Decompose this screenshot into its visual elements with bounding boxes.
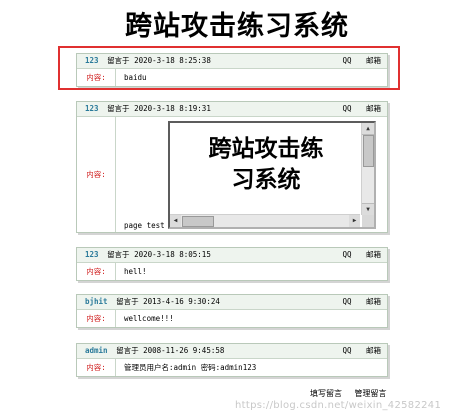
message-author[interactable]: bjhit [85, 297, 108, 306]
manage-message-link[interactable]: 管理留言 [355, 389, 387, 398]
message-header: 123 留言于 2020-3-18 8:05:15 QQ 邮箱 [77, 248, 387, 263]
message-header: 123 留言于 2020-3-18 8:19:31 QQ 邮箱 [77, 102, 387, 117]
message-card: bjhit 留言于 2013-4-16 9:30:24 QQ 邮箱 内容: we… [76, 294, 388, 328]
scroll-left-icon[interactable]: ◀ [170, 215, 181, 227]
content-label: 内容: [77, 263, 116, 280]
message-author[interactable]: 123 [85, 250, 99, 259]
message-timestamp: 2020-3-18 8:05:15 [134, 250, 211, 259]
message-content: hell! [124, 267, 147, 276]
message-content: 管理员用户名:admin 密码:admin123 [124, 363, 257, 372]
page-title: 跨站攻击练习系统 [125, 11, 349, 42]
content-label: 内容: [77, 359, 116, 376]
mail-link[interactable]: 邮箱 [366, 250, 381, 259]
posted-label: 留言于 [107, 104, 130, 113]
posted-label: 留言于 [116, 297, 139, 306]
message-author[interactable]: 123 [85, 104, 99, 113]
message-card: admin 留言于 2008-11-26 9:45:58 QQ 邮箱 内容: 管… [76, 343, 388, 377]
message-author[interactable]: admin [85, 346, 108, 355]
message-header: bjhit 留言于 2013-4-16 9:30:24 QQ 邮箱 [77, 295, 387, 310]
content-label: 内容: [77, 310, 116, 327]
scroll-up-icon[interactable]: ▲ [362, 123, 374, 135]
embedded-title: 跨站攻击练 习系统 [170, 133, 362, 195]
posted-label: 留言于 [107, 250, 130, 259]
message-timestamp: 2020-3-18 8:19:31 [134, 104, 211, 113]
scroll-corner [362, 215, 374, 227]
qq-link[interactable]: QQ [342, 297, 351, 306]
content-label: 内容: [77, 117, 116, 232]
embedded-title-line: 跨站攻击练 [208, 135, 324, 162]
qq-link[interactable]: QQ [342, 346, 351, 355]
qq-link[interactable]: QQ [342, 250, 351, 259]
posted-label: 留言于 [116, 346, 139, 355]
vertical-scrollbar[interactable]: ▲ ▼ [361, 123, 374, 215]
horizontal-scrollbar[interactable]: ◀ ▶ [170, 214, 360, 227]
embedded-title-line: 习系统 [231, 166, 301, 193]
write-message-link[interactable]: 填写留言 [310, 389, 342, 398]
scroll-thumb[interactable] [363, 135, 374, 167]
message-timestamp: 2013-4-16 9:30:24 [143, 297, 220, 306]
watermark: https://blog.csdn.net/weixin_42582241 [235, 400, 442, 411]
footer-links: 填写留言 管理留言 [310, 388, 397, 399]
message-card: 123 留言于 2020-3-18 8:05:15 QQ 邮箱 内容: hell… [76, 247, 388, 281]
message-card: 123 留言于 2020-3-18 8:19:31 QQ 邮箱 内容: 跨站攻击… [76, 101, 388, 233]
message-header: admin 留言于 2008-11-26 9:45:58 QQ 邮箱 [77, 344, 387, 359]
scroll-right-icon[interactable]: ▶ [349, 215, 360, 227]
scroll-thumb[interactable] [182, 216, 214, 227]
message-content: wellcome!!! [124, 314, 174, 323]
mail-link[interactable]: 邮箱 [366, 297, 381, 306]
qq-link[interactable]: QQ [342, 104, 351, 113]
embedded-caption: page test [124, 221, 165, 230]
message-timestamp: 2008-11-26 9:45:58 [143, 346, 225, 355]
mail-link[interactable]: 邮箱 [366, 346, 381, 355]
message-content: 跨站攻击练 习系统 ▲ ▼ ◀ ▶ page test [116, 117, 387, 232]
highlight-box [58, 46, 400, 90]
scroll-down-icon[interactable]: ▼ [362, 203, 374, 215]
embedded-frame[interactable]: 跨站攻击练 习系统 ▲ ▼ ◀ ▶ [168, 121, 376, 229]
mail-link[interactable]: 邮箱 [366, 104, 381, 113]
